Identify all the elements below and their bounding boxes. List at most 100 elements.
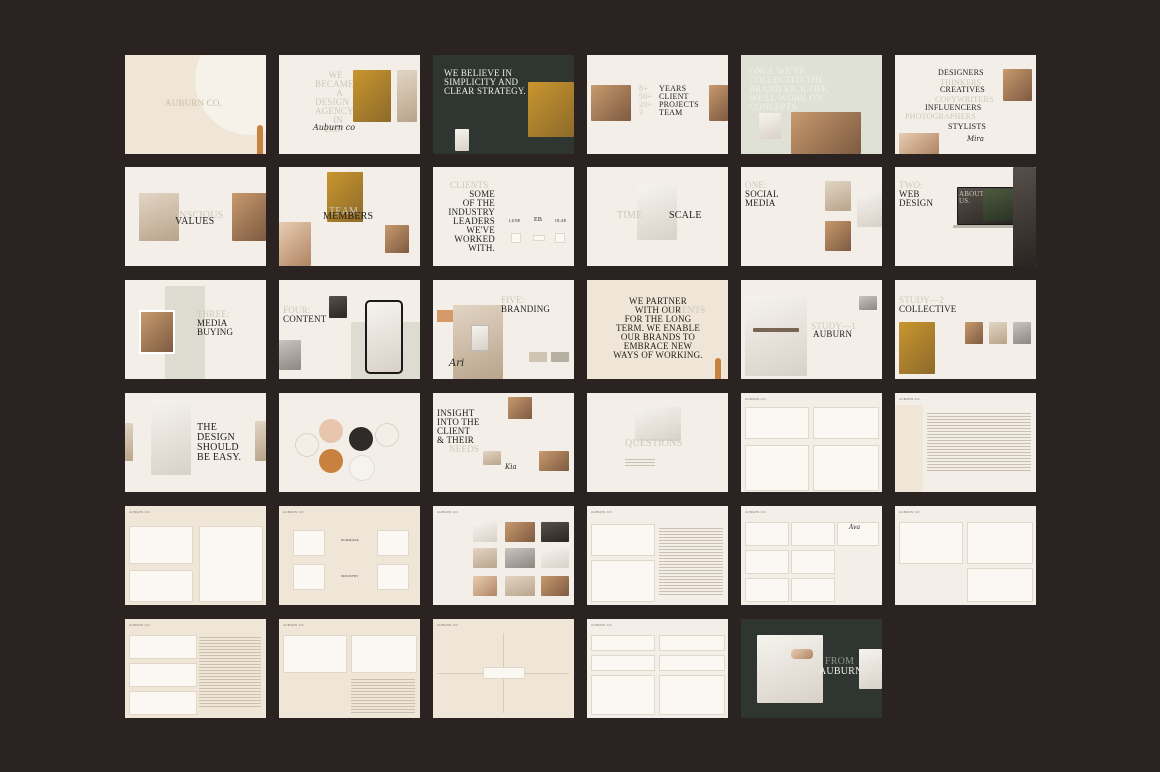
slide-clients[interactable]: CLIENTS SOME OF THE INDUSTRY LEADERS WE'… (433, 167, 574, 266)
form-field[interactable] (591, 655, 655, 671)
decor-arc (715, 358, 721, 379)
form-field[interactable] (745, 445, 809, 491)
slide-scale[interactable]: TIME SCALE (587, 167, 728, 266)
interior-photo (232, 193, 266, 241)
portrait-photo (329, 296, 347, 318)
slide-social-media[interactable]: ONE: SOCIAL MEDIA (741, 167, 882, 266)
label-audience: AUDIENCE (341, 538, 359, 542)
form-field[interactable] (791, 578, 835, 602)
form-header: AUBURN CO. (437, 510, 459, 514)
form-lines[interactable] (659, 528, 723, 597)
form-lines[interactable] (199, 637, 261, 709)
form-field[interactable] (813, 445, 879, 491)
form-field[interactable] (129, 570, 193, 602)
form-field[interactable] (377, 564, 409, 590)
slide-form-7[interactable]: AUBURN CO. (125, 619, 266, 718)
form-table[interactable] (745, 407, 809, 439)
portrait-photo (385, 225, 409, 253)
slide-mood-circles[interactable] (279, 393, 420, 492)
mood-photo (541, 576, 569, 596)
form-header: AUBURN CO. (437, 623, 459, 627)
form-field[interactable] (351, 635, 417, 673)
form-table[interactable] (813, 407, 879, 439)
slide-form-4[interactable]: AUBURN CO. (587, 506, 728, 605)
form-field[interactable] (745, 522, 789, 546)
thumb-photo (859, 296, 877, 310)
slide-form-5[interactable]: AUBURN CO. Ava (741, 506, 882, 605)
slide-form-8[interactable]: AUBURN CO. (279, 619, 420, 718)
slide-study-2[interactable]: STUDY—2 COLLECTIVE (895, 280, 1036, 379)
slide-title: THE DESIGN SHOULD BE EASY. (197, 422, 242, 463)
decor-arc (257, 125, 263, 154)
form-header: AUBURN CO. (745, 397, 767, 401)
decor-shape (195, 55, 266, 135)
slide-belief[interactable]: WE BELIEVE IN SIMPLICITY AND CLEAR STRAT… (433, 55, 574, 154)
form-field[interactable] (377, 530, 409, 556)
slide-team[interactable]: TEAM MEMBERS (279, 167, 420, 266)
slide-title: AUBURN (813, 329, 853, 339)
form-field[interactable] (591, 635, 655, 651)
form-field[interactable] (293, 564, 325, 590)
form-lines[interactable] (351, 679, 415, 715)
form-field[interactable] (899, 522, 963, 564)
slide-questions[interactable]: QUESTIONS (587, 393, 728, 492)
form-field[interactable] (129, 635, 197, 659)
slide-form-2[interactable]: AUBURN CO. (895, 393, 1036, 492)
thumb-photo (483, 451, 501, 465)
slide-about[interactable]: WE BECAME A DESIGN AGENCY IN 2007 Auburn… (279, 55, 420, 154)
slide-study-1[interactable]: STUDY—1 AUBURN (741, 280, 882, 379)
slide-audience[interactable]: AUBURN CO. AUDIENCE INDUSTRY (279, 506, 420, 605)
form-field[interactable] (745, 550, 789, 574)
form-field[interactable] (591, 524, 655, 556)
slide-web-design[interactable]: TWO: WEB DESIGN ABOUT US. (895, 167, 1036, 266)
form-lines[interactable] (927, 413, 1031, 473)
form-field[interactable] (283, 635, 347, 673)
thumb-photo (1013, 322, 1031, 344)
form-field[interactable] (659, 635, 725, 651)
form-field[interactable] (129, 663, 197, 687)
ghost-title: QUESTIONS (625, 438, 683, 449)
slide-partner[interactable]: WE PARTNER WITH OUR CLIENTS FOR THE LONG… (587, 280, 728, 379)
form-field[interactable] (745, 578, 789, 602)
slide-design-easy[interactable]: THE DESIGN SHOULD BE EASY. (125, 393, 266, 492)
slide-insight[interactable]: INSIGHT INTO THE CLIENT & THEIR NEEDS Ki… (433, 393, 574, 492)
slide-form-9[interactable]: AUBURN CO. (433, 619, 574, 718)
slide-roles[interactable]: DESIGNERS THINKERS CREATIVES COPYWRITERS… (895, 55, 1036, 154)
form-field[interactable] (967, 568, 1033, 602)
form-field[interactable] (967, 522, 1033, 564)
slide-media-buying[interactable]: THREE: MEDIA BUYING (125, 280, 266, 379)
form-field[interactable] (791, 550, 835, 574)
slide-closing[interactable]: FROM AUBURN (741, 619, 882, 718)
slide-form-1[interactable]: AUBURN CO. (741, 393, 882, 492)
slide-moodboard[interactable]: AUBURN CO. (433, 506, 574, 605)
center-field[interactable] (483, 667, 525, 679)
form-field[interactable] (293, 530, 325, 556)
slide-form-6[interactable]: AUBURN CO. (895, 506, 1036, 605)
slide-title: BRANDING (501, 304, 551, 314)
signature: Auburn co (313, 123, 356, 132)
client-logo-mark (533, 235, 545, 241)
slide-values[interactable]: CONSCIOUS VALUES (125, 167, 266, 266)
screen-photo (983, 189, 1013, 221)
slide-cover[interactable]: AUBURN CO. (125, 55, 266, 154)
form-field[interactable] (591, 675, 655, 715)
role-1: DESIGNERS (938, 68, 984, 77)
slide-content[interactable]: FOUR: CONTENT (279, 280, 420, 379)
form-field[interactable] (659, 655, 725, 671)
form-field[interactable] (659, 675, 725, 715)
form-field[interactable] (129, 691, 197, 715)
slide-form-10[interactable]: AUBURN CO. (587, 619, 728, 718)
portrait-photo (139, 310, 175, 354)
slide-form-3[interactable]: AUBURN CO. (125, 506, 266, 605)
form-field[interactable] (791, 522, 835, 546)
slide-kickoff[interactable]: ONCE WE'VE COLLECTED THE BRAND KICK-OFF,… (741, 55, 882, 154)
form-grid[interactable] (199, 526, 263, 602)
form-field[interactable] (129, 526, 193, 564)
signature: Mira (967, 135, 984, 143)
hands-photo (757, 635, 823, 703)
edge-photo (255, 421, 266, 461)
slide-stats[interactable]: 8+ 50+ 20+ 3 YEARS CLIENT PROJECTS TEAM (587, 55, 728, 154)
form-field[interactable] (591, 560, 655, 602)
thumb-photo (965, 322, 983, 344)
slide-branding[interactable]: FIVE: BRANDING Ari (433, 280, 574, 379)
